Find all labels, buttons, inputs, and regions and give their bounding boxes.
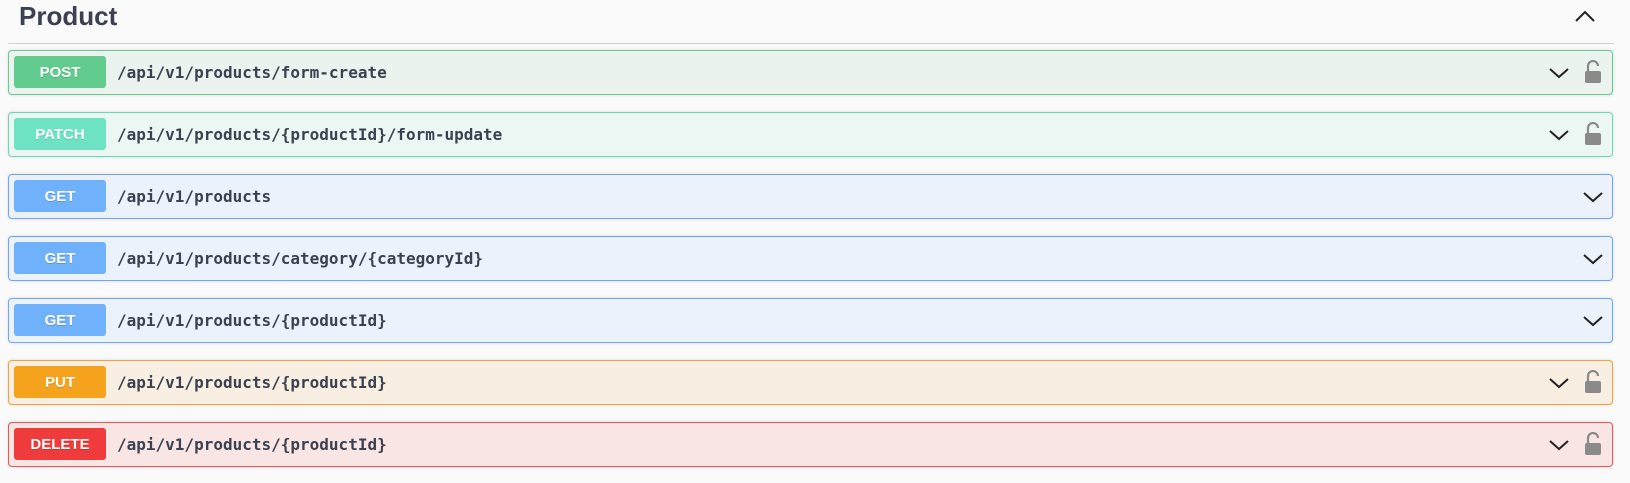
operations-list: POST /api/v1/products/form-create PATCH … [8, 50, 1613, 483]
method-badge: GET [14, 180, 106, 212]
expand-button[interactable] [1546, 61, 1572, 85]
chevron-down-icon [1583, 254, 1603, 265]
authorize-button[interactable] [1582, 120, 1604, 148]
chevron-down-icon [1583, 316, 1603, 327]
operation-path: /api/v1/products [117, 187, 272, 206]
authorize-button[interactable] [1582, 368, 1604, 396]
operation-path: /api/v1/products/{productId} [117, 435, 387, 454]
chevron-down-icon [1549, 68, 1569, 79]
operation-path: /api/v1/products/{productId}/form-update [117, 125, 503, 144]
operation-patch-form-update[interactable]: PATCH /api/v1/products/{productId}/form-… [8, 112, 1613, 157]
method-badge: GET [14, 304, 106, 336]
operation-path: /api/v1/products/form-create [117, 63, 387, 82]
operation-put-product[interactable]: PUT /api/v1/products/{productId} [8, 360, 1613, 405]
expand-button[interactable] [1580, 309, 1606, 333]
method-badge: PUT [14, 366, 106, 398]
operation-get-by-category[interactable]: GET /api/v1/products/category/{categoryI… [8, 236, 1613, 281]
expand-button[interactable] [1580, 247, 1606, 271]
lock-open-icon [1585, 60, 1601, 83]
lock-open-icon [1585, 370, 1601, 393]
section-header[interactable]: Product [8, 0, 1614, 44]
expand-button[interactable] [1580, 185, 1606, 209]
chevron-down-icon [1583, 192, 1603, 203]
operation-path: /api/v1/products/{productId} [117, 311, 387, 330]
section-title: Product [19, 1, 118, 31]
method-badge: POST [14, 56, 106, 88]
method-badge: DELETE [14, 428, 106, 460]
operation-path: /api/v1/products/{productId} [117, 373, 387, 392]
expand-button[interactable] [1546, 123, 1572, 147]
operation-get-products[interactable]: GET /api/v1/products [8, 174, 1613, 219]
operation-delete-product[interactable]: DELETE /api/v1/products/{productId} [8, 422, 1613, 467]
lock-open-icon [1585, 432, 1601, 455]
authorize-button[interactable] [1582, 58, 1604, 86]
expand-button[interactable] [1546, 433, 1572, 457]
chevron-down-icon [1549, 130, 1569, 141]
chevron-up-icon [1575, 10, 1595, 22]
collapse-button[interactable] [1568, 0, 1602, 32]
chevron-down-icon [1549, 440, 1569, 451]
operation-post-form-create[interactable]: POST /api/v1/products/form-create [8, 50, 1613, 95]
method-badge: GET [14, 242, 106, 274]
operation-get-product[interactable]: GET /api/v1/products/{productId} [8, 298, 1613, 343]
lock-open-icon [1585, 122, 1601, 145]
authorize-button[interactable] [1582, 430, 1604, 458]
expand-button[interactable] [1546, 371, 1572, 395]
method-badge: PATCH [14, 118, 106, 150]
operation-path: /api/v1/products/category/{categoryId} [117, 249, 484, 268]
product-section: Product POST /api/v1/products/form-creat… [0, 0, 1630, 483]
chevron-down-icon [1549, 378, 1569, 389]
